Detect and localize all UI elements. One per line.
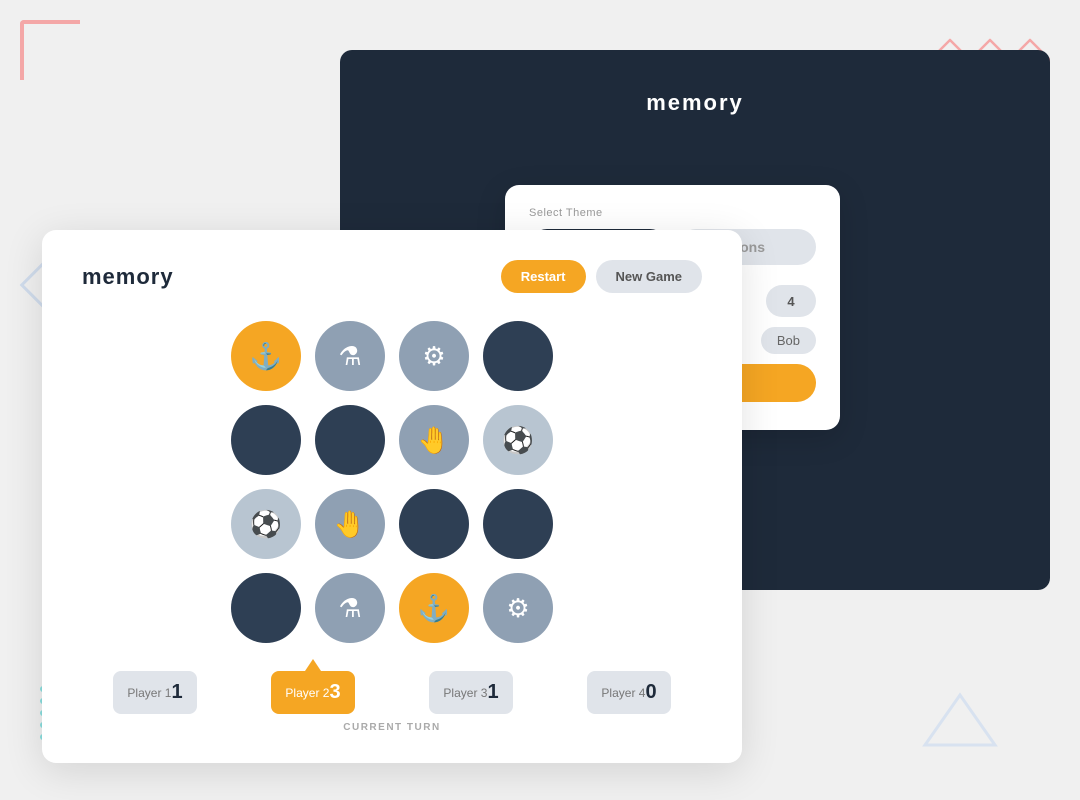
game-cell-4[interactable] [231,405,301,475]
game-cell-10[interactable] [399,489,469,559]
cell-icon-8: ⚽ [250,509,282,540]
game-cell-1[interactable]: ⚗ [315,321,385,391]
game-cell-15[interactable]: ⚙ [483,573,553,643]
game-title: memory [82,264,174,290]
player-score-2: 3 [329,681,340,704]
cell-icon-2: ⚙ [422,341,445,372]
game-cell-11[interactable] [483,489,553,559]
game-header: memory Restart New Game [82,260,702,293]
header-buttons: Restart New Game [501,260,702,293]
cell-icon-14: ⚓ [418,593,450,624]
player-label-4: Player 4 [601,686,645,700]
cell-icon-6: 🤚 [418,425,450,456]
game-cell-3[interactable] [483,321,553,391]
game-cell-0[interactable]: ⚓ [231,321,301,391]
game-cell-2[interactable]: ⚙ [399,321,469,391]
cell-icon-0: ⚓ [250,341,282,372]
player-score-1: 1 [171,681,182,704]
player-label-2: Player 2 [285,686,329,700]
game-cell-5[interactable] [315,405,385,475]
game-cell-9[interactable]: 🤚 [315,489,385,559]
current-turn-label: CURRENT TURN [82,722,702,733]
players-row: Player 11Player 23Player 31Player 40 [82,671,702,714]
player-card-3: Player 31 [429,671,512,714]
theme-modal-label: Select Theme [529,207,816,219]
game-panel: memory Restart New Game ⚓ ⚗ ⚙ 🤚 ⚽ ⚽ 🤚 ⚗ ⚓ ⚙ Playe… [42,230,742,763]
player-card-4: Player 40 [587,671,670,714]
game-grid: ⚓ ⚗ ⚙ 🤚 ⚽ ⚽ 🤚 ⚗ ⚓ ⚙ [82,321,702,643]
player-card-2: Player 23 [271,671,354,714]
player-score-3: 1 [487,681,498,704]
modal-score-pill: 4 [766,285,816,317]
player-score-4: 0 [645,681,656,704]
triangle-decoration [920,690,1000,750]
game-cell-12[interactable] [231,573,301,643]
restart-button[interactable]: Restart [501,260,586,293]
game-cell-8[interactable]: ⚽ [231,489,301,559]
back-panel-title: memory [646,90,744,116]
current-turn-indicator [305,659,321,671]
cell-icon-1: ⚗ [338,341,361,372]
corner-decoration [20,20,80,80]
cell-icon-7: ⚽ [502,425,534,456]
cell-icon-13: ⚗ [338,593,361,624]
game-cell-13[interactable]: ⚗ [315,573,385,643]
game-cell-6[interactable]: 🤚 [399,405,469,475]
player-card-1: Player 11 [113,671,196,714]
new-game-button[interactable]: New Game [596,260,702,293]
modal-name-pill: Bob [761,327,816,354]
player-label-3: Player 3 [443,686,487,700]
cell-icon-9: 🤚 [334,509,366,540]
player-label-1: Player 1 [127,686,171,700]
game-cell-14[interactable]: ⚓ [399,573,469,643]
cell-icon-15: ⚙ [506,593,529,624]
game-cell-7[interactable]: ⚽ [483,405,553,475]
